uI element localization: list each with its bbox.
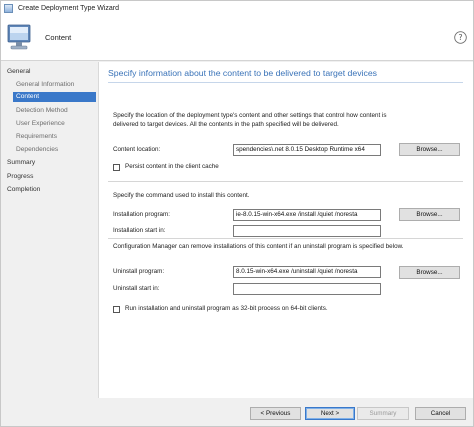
persist-content-label: Persist content in the client cache	[125, 163, 219, 170]
previous-button[interactable]: < Previous	[250, 407, 301, 420]
wizard-nav: General General Information Content Dete…	[1, 62, 98, 426]
nav-item-requirements[interactable]: Requirements	[16, 132, 91, 142]
section-heading: Specify information about the content to…	[108, 68, 377, 78]
cancel-button[interactable]: Cancel	[415, 407, 466, 420]
uninstall-start-in-label: Uninstall start in:	[113, 285, 160, 292]
window-title: Create Deployment Type Wizard	[18, 4, 120, 12]
nav-item-summary[interactable]: Summary	[7, 158, 87, 168]
help-icon[interactable]: ?	[454, 31, 467, 44]
nav-item-user-experience[interactable]: User Experience	[16, 119, 91, 129]
uninstall-program-field[interactable]: 8.0.15-win-x64.exe /uninstall /quiet /no…	[233, 266, 381, 278]
run-32bit-label: Run installation and uninstall program a…	[125, 305, 328, 312]
uninstall-program-browse-button[interactable]: Browse...	[399, 266, 460, 279]
content-location-field[interactable]: spendencies\.net 8.0.15 Desktop Runtime …	[233, 144, 381, 156]
uninstall-start-in-field[interactable]	[233, 283, 381, 295]
content-location-browse-button[interactable]: Browse...	[399, 143, 460, 156]
installation-start-in-field[interactable]	[233, 225, 381, 237]
installation-start-in-label: Installation start in:	[113, 227, 166, 234]
title-bar: Create Deployment Type Wizard	[1, 1, 473, 15]
installation-program-field[interactable]: ie-8.0.15-win-x64.exe /install /quiet /n…	[233, 209, 381, 221]
content-location-label: Content location:	[113, 146, 161, 153]
wizard-footer: < Previous Next > Summary Cancel	[1, 398, 473, 426]
nav-item-completion[interactable]: Completion	[7, 185, 87, 195]
section-divider	[108, 181, 463, 182]
run-32bit-checkbox[interactable]	[113, 306, 120, 313]
nav-item-general-information[interactable]: General Information	[16, 80, 91, 90]
persist-content-checkbox[interactable]	[113, 164, 120, 171]
summary-button[interactable]: Summary	[357, 407, 409, 420]
nav-item-content[interactable]: Content	[13, 92, 96, 102]
page-title: Content	[45, 33, 72, 42]
content-panel: Specify information about the content to…	[98, 62, 473, 398]
uninstall-program-label: Uninstall program:	[113, 268, 165, 275]
description-line-2: delivered to target devices. All the con…	[113, 121, 339, 128]
wizard-header: Content ?	[1, 15, 473, 61]
installation-program-label: Installation program:	[113, 211, 171, 218]
wizard-window: Create Deployment Type Wizard Content ? …	[0, 0, 474, 427]
heading-divider	[108, 82, 463, 83]
install-section-label: Specify the command used to install this…	[113, 192, 250, 199]
nav-item-detection-method[interactable]: Detection Method	[16, 106, 91, 116]
nav-item-progress[interactable]: Progress	[7, 172, 87, 182]
nav-item-dependencies[interactable]: Dependencies	[16, 145, 91, 155]
computer-icon	[7, 24, 31, 50]
uninstall-section-label: Configuration Manager can remove install…	[113, 243, 404, 250]
section-divider	[108, 238, 463, 239]
next-button[interactable]: Next >	[305, 407, 355, 420]
installation-program-browse-button[interactable]: Browse...	[399, 208, 460, 221]
nav-item-general[interactable]: General	[7, 67, 87, 77]
app-icon	[4, 3, 13, 13]
svg-text:?: ?	[458, 33, 462, 42]
